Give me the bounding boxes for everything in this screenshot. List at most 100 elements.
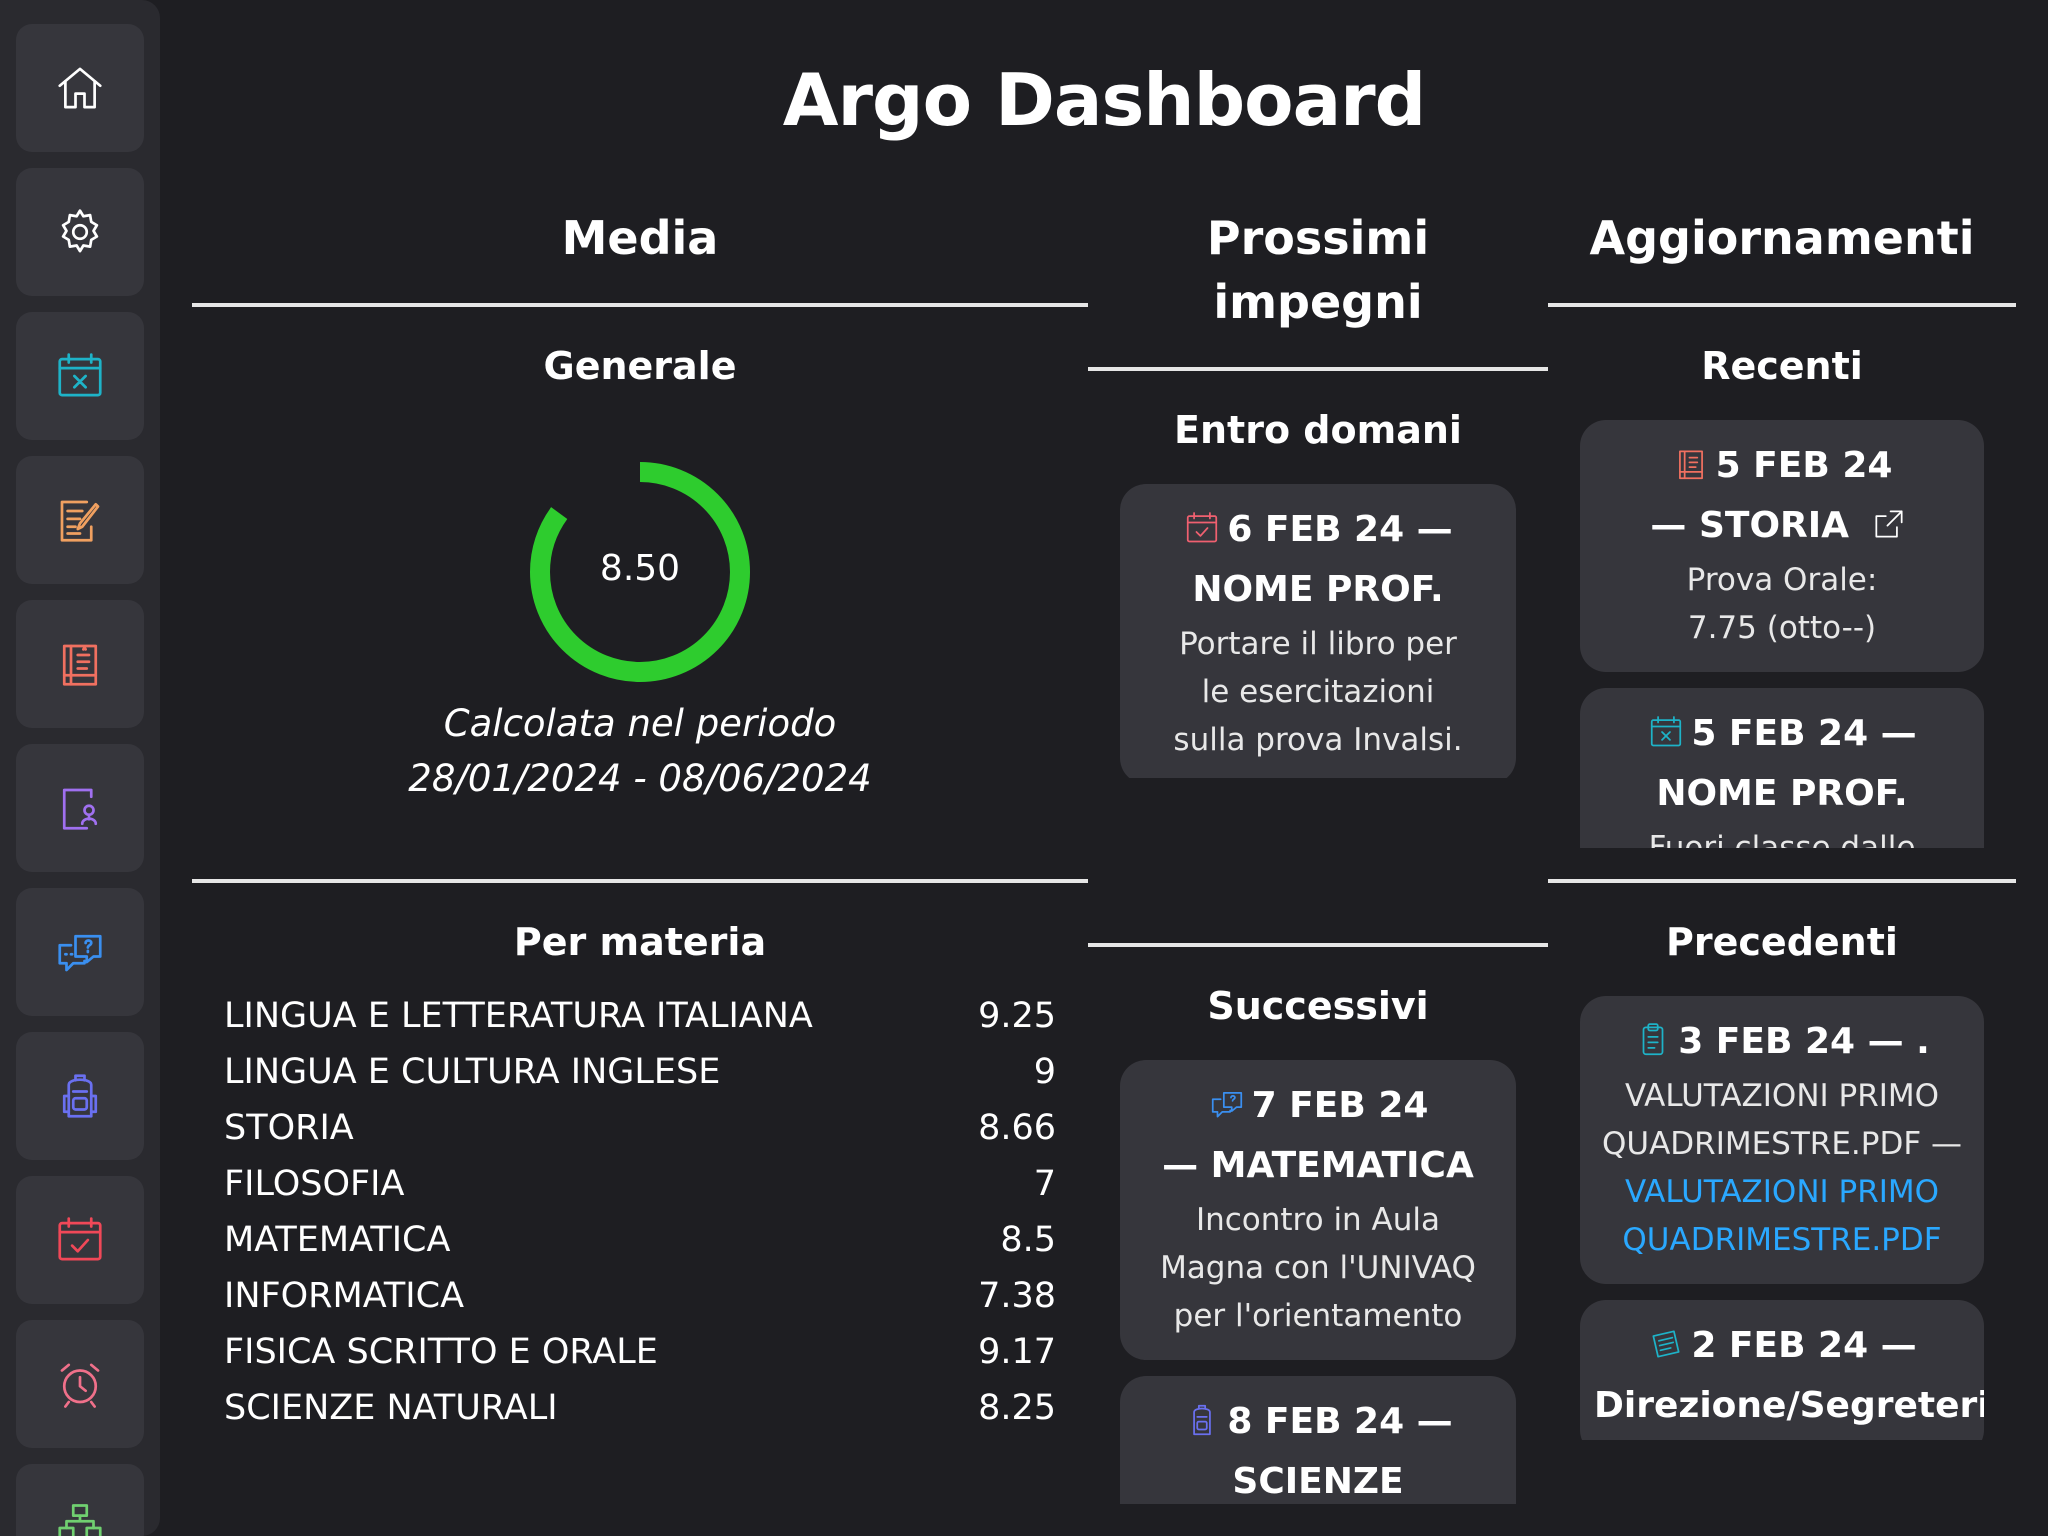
event-date: 7 FEB 24 — [1251, 1085, 1429, 1126]
subject-average: 9 — [1033, 1052, 1056, 1092]
attachment-link[interactable]: QUADRIMESTRE.PDF — [1594, 1216, 1970, 1264]
network-icon — [58, 1504, 102, 1536]
sidebar-item-documents[interactable] — [16, 744, 144, 872]
list-item[interactable]: INFORMATICA 7.38 — [224, 1268, 1056, 1324]
subject-name: FISICA SCRITTO E ORALE — [224, 1332, 658, 1372]
note-edit-icon — [60, 500, 100, 542]
attachment-link[interactable]: VALUTAZIONI PRIMO — [1594, 1168, 1970, 1216]
subject-average: 9.25 — [978, 996, 1056, 1036]
update-text: 7.75 (otto--) — [1687, 610, 1877, 646]
media-title: Media — [561, 211, 719, 265]
update-text: QUADRIMESTRE.PDF — — [1601, 1126, 1963, 1162]
divider — [1548, 879, 2016, 883]
update-card-header: 5 FEB 24 — [1594, 436, 1970, 496]
event-card[interactable]: 8 FEB 24 — SCIENZE NATURALI — [1120, 1376, 1516, 1504]
divider — [1088, 943, 1548, 947]
event-text: Magna con l'UNIVAQ — [1160, 1250, 1476, 1286]
list-item[interactable]: MATEMATICA 8.5 — [224, 1212, 1056, 1268]
update-card[interactable]: 3 FEB 24 — . VALUTAZIONI PRIMO QUADRIMES… — [1580, 996, 1984, 1284]
by-tomorrow-list: 6 FEB 24 — NOME PROF. Portare il libro p… — [1120, 484, 1516, 778]
event-subject: — MATEMATICA — [1162, 1145, 1474, 1186]
backpack-icon — [1183, 1398, 1221, 1436]
home-icon — [58, 67, 102, 109]
update-card-header: 2 FEB 24 — — [1594, 1316, 1970, 1376]
event-subject: SCIENZE NATURALI — [1232, 1461, 1404, 1502]
previous-title: Precedenti — [1666, 920, 1898, 964]
sidebar-item-school[interactable] — [16, 1032, 144, 1160]
book-grade-icon — [62, 644, 98, 686]
subject-name: LINGUA E LETTERATURA ITALIANA — [224, 996, 813, 1036]
list-item[interactable]: LINGUA E LETTERATURA ITALIANA 9.25 — [224, 988, 1056, 1044]
subject-average: 7 — [1033, 1164, 1056, 1204]
subject-average: 8.5 — [1000, 1220, 1056, 1260]
divider — [1088, 367, 1548, 371]
calendar-check-icon — [58, 1217, 102, 1261]
sidebar-item-network[interactable] — [16, 1464, 144, 1536]
update-card-header: 5 FEB 24 — — [1594, 704, 1970, 764]
recent-title: Recenti — [1701, 344, 1863, 388]
period-range: 28/01/2024 - 08/06/2024 — [408, 757, 872, 800]
sidebar-item-grades[interactable] — [16, 600, 144, 728]
calendar-check-icon — [1183, 506, 1221, 544]
event-text: sulla prova Invalsi. — [1173, 722, 1463, 758]
later-title: Successivi — [1207, 984, 1429, 1028]
update-date: 5 FEB 24 — [1715, 445, 1893, 486]
external-link-icon[interactable] — [1870, 502, 1908, 540]
event-date: 8 FEB 24 — — [1227, 1401, 1453, 1442]
event-text: le esercitazioni — [1201, 674, 1435, 710]
event-card-header: 8 FEB 24 — — [1134, 1392, 1502, 1452]
per-subject-title: Per materia — [513, 920, 767, 964]
divider — [1548, 303, 2016, 307]
by-tomorrow-title: Entro domani — [1174, 408, 1462, 452]
update-card[interactable]: 2 FEB 24 — Direzione/Segreteria — [1580, 1300, 1984, 1440]
subject-average: 7.38 — [978, 1276, 1056, 1316]
sidebar-item-absences[interactable] — [16, 312, 144, 440]
update-date: 3 FEB 24 — . — [1678, 1021, 1930, 1062]
list-item[interactable]: SCIENZE NATURALI 8.25 — [224, 1380, 1056, 1436]
subject-name: MATEMATICA — [224, 1220, 451, 1260]
previous-list: 3 FEB 24 — . VALUTAZIONI PRIMO QUADRIMES… — [1580, 996, 1984, 1440]
update-teacher: NOME PROF. — [1656, 773, 1908, 814]
subject-average: 8.25 — [978, 1388, 1056, 1428]
divider — [192, 879, 1088, 883]
event-date: 6 FEB 24 — — [1227, 509, 1453, 550]
update-text: Fuori classe dalle — [1648, 830, 1916, 848]
subject-name: INFORMATICA — [224, 1276, 465, 1316]
event-text: Incontro in Aula — [1195, 1202, 1441, 1238]
chat-question-icon — [58, 934, 102, 972]
event-card[interactable]: 7 FEB 24 — MATEMATICA Incontro in Aula M… — [1120, 1060, 1516, 1360]
later-list: 7 FEB 24 — MATEMATICA Incontro in Aula M… — [1120, 1060, 1516, 1504]
event-teacher: NOME PROF. — [1192, 569, 1444, 610]
list-item[interactable]: FILOSOFIA 7 — [224, 1156, 1056, 1212]
updates-title: Aggiornamenti — [1589, 211, 1975, 265]
backpack-icon — [62, 1074, 98, 1118]
book-grade-icon — [1672, 442, 1710, 480]
subject-averages-list: LINGUA E LETTERATURA ITALIANA 9.25 LINGUA… — [224, 988, 1056, 1436]
notepad-icon — [1647, 1322, 1685, 1360]
sidebar — [0, 0, 160, 1536]
list-item[interactable]: LINGUA E CULTURA INGLESE 9 — [224, 1044, 1056, 1100]
upcoming-title-line1: Prossimi — [1206, 211, 1430, 265]
upcoming-title-line2: impegni — [1213, 275, 1423, 329]
gear-icon — [61, 209, 99, 253]
event-card[interactable]: 6 FEB 24 — NOME PROF. Portare il libro p… — [1120, 484, 1516, 778]
update-card[interactable]: 5 FEB 24 — STORIA Prova Orale: 7.75 (ott… — [1580, 420, 1984, 672]
subject-name: SCIENZE NATURALI — [224, 1388, 558, 1428]
calendar-x-icon — [58, 353, 102, 397]
event-card-header: 6 FEB 24 — — [1134, 500, 1502, 560]
update-subject: — STORIA — [1650, 505, 1850, 546]
sidebar-item-settings[interactable] — [16, 168, 144, 296]
list-item[interactable]: STORIA 8.66 — [224, 1100, 1056, 1156]
subject-name: STORIA — [224, 1108, 354, 1148]
subject-average: 9.17 — [978, 1332, 1056, 1372]
sidebar-item-meetings[interactable] — [16, 888, 144, 1016]
sidebar-item-home[interactable] — [16, 24, 144, 152]
divider — [192, 303, 1088, 307]
update-card[interactable]: 5 FEB 24 — NOME PROF. Fuori classe dalle — [1580, 688, 1984, 848]
upcoming-title: Prossimi impegni — [1088, 206, 1548, 334]
document-person-icon — [62, 788, 98, 830]
list-item[interactable]: FISICA SCRITTO E ORALE 9.17 — [224, 1324, 1056, 1380]
sidebar-item-timetable[interactable] — [16, 1320, 144, 1448]
sidebar-item-homework[interactable] — [16, 456, 144, 584]
sidebar-item-agenda[interactable] — [16, 1176, 144, 1304]
